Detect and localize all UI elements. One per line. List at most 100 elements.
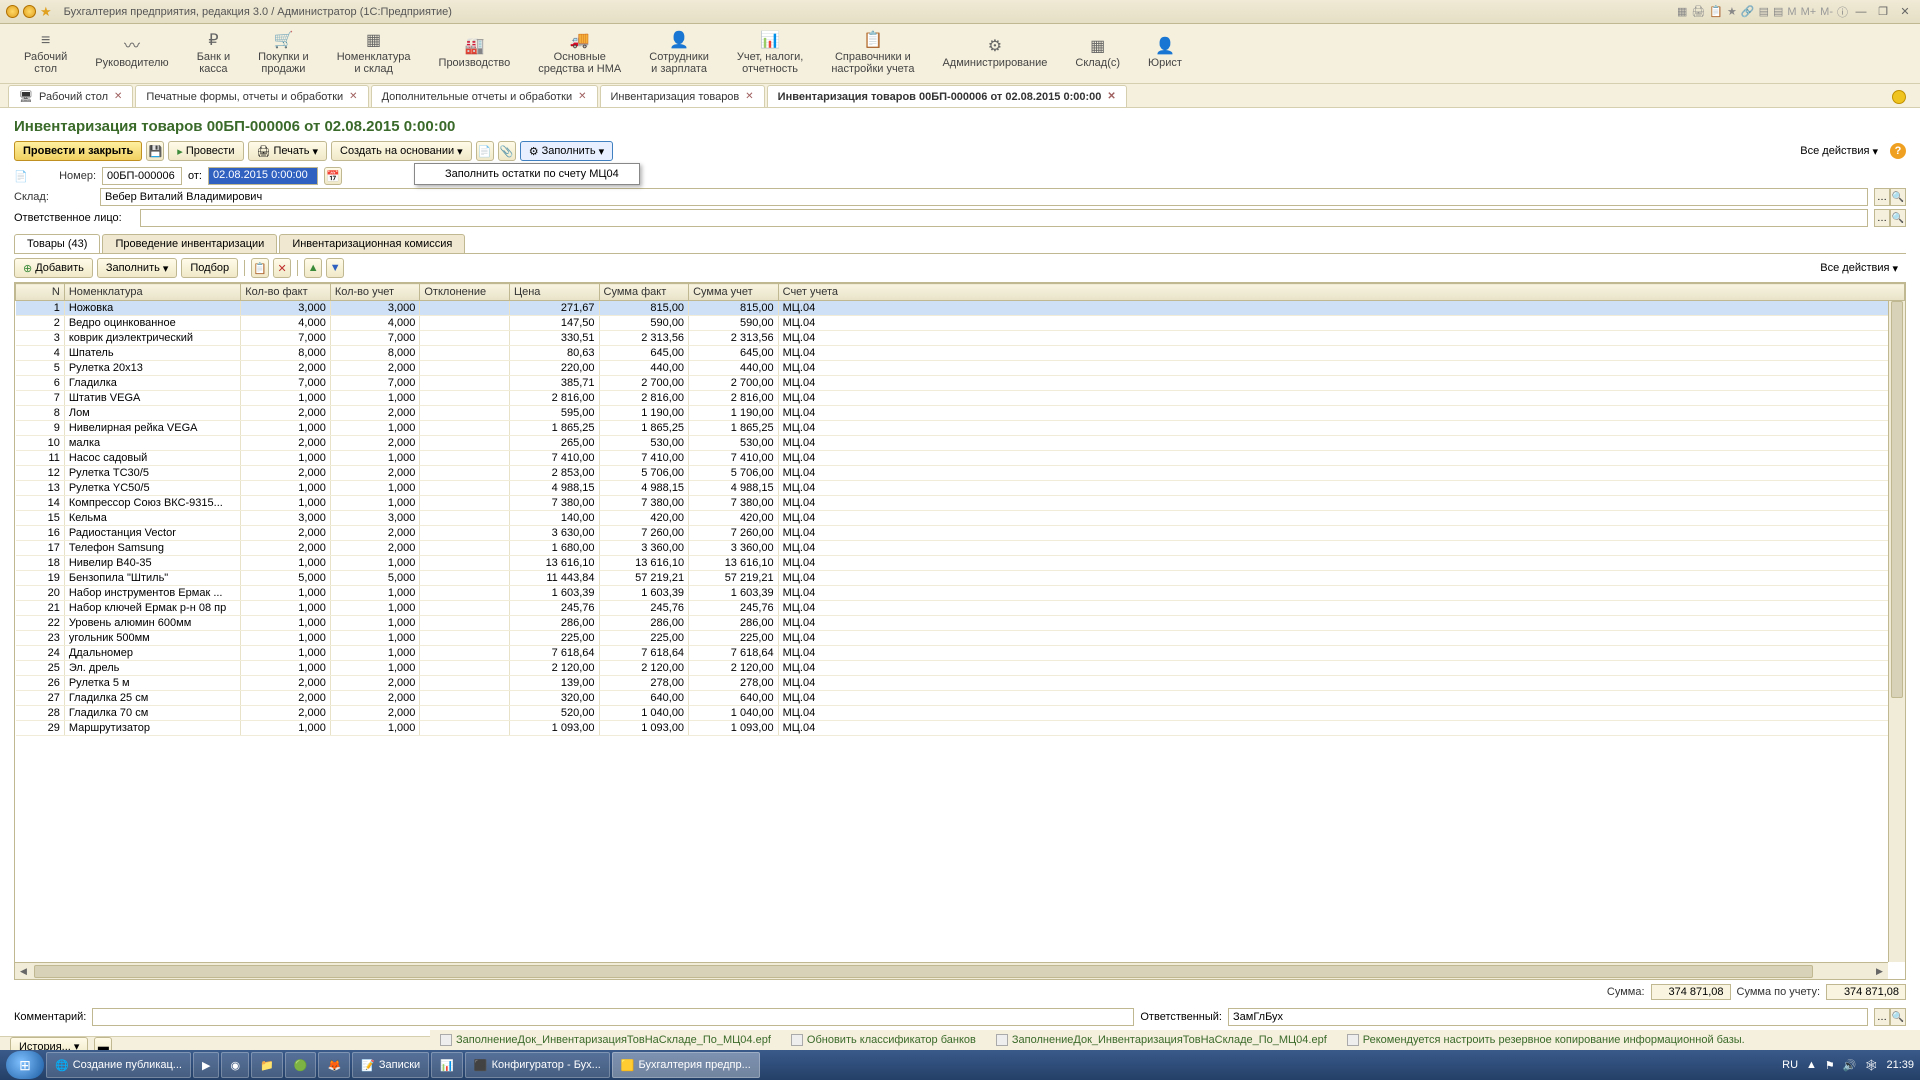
table-row[interactable]: 8Лом2,0002,000595,001 190,001 190,00МЦ.0…	[16, 406, 1905, 421]
tray-icon[interactable]: 🔊	[1843, 1059, 1857, 1072]
calc-m[interactable]: M	[1787, 6, 1796, 18]
table-header[interactable]: Сумма факт	[599, 284, 689, 301]
info-icon[interactable]: ⓘ	[1837, 4, 1848, 20]
select-icon[interactable]: …	[1874, 209, 1890, 227]
horizontal-scrollbar[interactable]: ◀ ▶	[15, 962, 1888, 979]
section-item[interactable]: 👤Сотрудникии зарплата	[635, 28, 723, 80]
table-row[interactable]: 6Гладилка7,0007,000385,712 700,002 700,0…	[16, 376, 1905, 391]
table-row[interactable]: 7Штатив VEGA1,0001,0002 816,002 816,002 …	[16, 391, 1905, 406]
help-icon[interactable]: ?	[1890, 143, 1906, 159]
tab-close-icon[interactable]: ✕	[745, 91, 753, 102]
table-header[interactable]: Кол-во учет	[330, 284, 420, 301]
create-based-button[interactable]: Создать на основании ▾	[331, 141, 472, 161]
document-tab[interactable]: Инвентаризация товаров 00БП-000006 от 02…	[767, 85, 1127, 107]
move-down-button[interactable]: ▼	[326, 258, 344, 278]
table-row[interactable]: 5Рулетка 20х132,0002,000220,00440,00440,…	[16, 361, 1905, 376]
taskbar-item[interactable]: 🦊	[318, 1052, 350, 1078]
table-row[interactable]: 4Шпатель8,0008,00080,63645,00645,00МЦ.04	[16, 346, 1905, 361]
comment-input[interactable]	[92, 1008, 1134, 1026]
table-header[interactable]: Номенклатура	[64, 284, 240, 301]
info-link[interactable]: ЗаполнениеДок_ИнвентаризацияТовНаСкладе_…	[996, 1034, 1327, 1046]
section-item[interactable]: 📊Учет, налоги,отчетность	[723, 28, 817, 80]
info-link[interactable]: Рекомендуется настроить резервное копиро…	[1347, 1034, 1745, 1046]
table-row[interactable]: 28Гладилка 70 см2,0002,000520,001 040,00…	[16, 706, 1905, 721]
tab-close-icon[interactable]: ✕	[349, 91, 357, 102]
tab-close-icon[interactable]: ✕	[114, 91, 122, 102]
table-row[interactable]: 12Рулетка TC30/52,0002,0002 853,005 706,…	[16, 466, 1905, 481]
move-up-button[interactable]: ▲	[304, 258, 322, 278]
inner-tab[interactable]: Инвентаризационная комиссия	[279, 234, 465, 253]
print-button[interactable]: 🖨 Печать ▾	[248, 141, 328, 161]
table-header[interactable]: Сумма учет	[689, 284, 779, 301]
section-item[interactable]: 👤Юрист	[1134, 34, 1196, 74]
calc-m-minus[interactable]: M-	[1820, 6, 1833, 18]
table-row[interactable]: 27Гладилка 25 см2,0002,000320,00640,0064…	[16, 691, 1905, 706]
add-row-button[interactable]: ⊕ Добавить	[14, 258, 93, 278]
table-row[interactable]: 18Нивелир B40-351,0001,00013 616,1013 61…	[16, 556, 1905, 571]
date-input[interactable]: 02.08.2015 0:00:00	[208, 167, 318, 185]
calc-m-plus[interactable]: M+	[1801, 6, 1817, 18]
vertical-scrollbar[interactable]	[1888, 301, 1905, 962]
taskbar-item[interactable]: 📊	[431, 1052, 463, 1078]
table-row[interactable]: 26Рулетка 5 м2,0002,000139,00278,00278,0…	[16, 676, 1905, 691]
save-button[interactable]: 💾	[146, 141, 164, 161]
all-actions-button[interactable]: Все действия ▾	[1792, 141, 1886, 161]
table-row[interactable]: 22Уровень алюмин 600мм1,0001,000286,0028…	[16, 616, 1905, 631]
inner-tab[interactable]: Проведение инвентаризации	[102, 234, 277, 253]
favorite-icon[interactable]: ★	[40, 4, 52, 20]
table-row[interactable]: 20Набор инструментов Ермак ...1,0001,000…	[16, 586, 1905, 601]
taskbar-item[interactable]: ◉	[221, 1052, 249, 1078]
table-row[interactable]: 10малка2,0002,000265,00530,00530,00МЦ.04	[16, 436, 1905, 451]
table-row[interactable]: 21Набор ключей Ермак р-н 08 пр1,0001,000…	[16, 601, 1905, 616]
taskbar-item[interactable]: 🟢	[285, 1052, 317, 1078]
table-row[interactable]: 1Ножовка3,0003,000271,67815,00815,00МЦ.0…	[16, 301, 1905, 316]
table-row[interactable]: 13Рулетка YC50/51,0001,0004 988,154 988,…	[16, 481, 1905, 496]
section-item[interactable]: ▦Склад(с)	[1061, 34, 1134, 74]
open-icon[interactable]: 🔍	[1890, 1008, 1906, 1026]
table-row[interactable]: 9Нивелирная рейка VEGA1,0001,0001 865,25…	[16, 421, 1905, 436]
taskbar-item[interactable]: 📁	[251, 1052, 283, 1078]
scroll-right-icon[interactable]: ▶	[1871, 963, 1888, 980]
section-item[interactable]: 〰Руководителю	[81, 34, 182, 74]
table-header[interactable]: N	[16, 284, 65, 301]
table-row[interactable]: 19Бензопила "Штиль"5,0005,00011 443,8457…	[16, 571, 1905, 586]
taskbar-item[interactable]: 🌐Создание публикац...	[46, 1052, 191, 1078]
table-row[interactable]: 23угольник 500мм1,0001,000225,00225,0022…	[16, 631, 1905, 646]
taskbar-item[interactable]: ⬛Конфигуратор - Бух...	[465, 1052, 610, 1078]
table-header[interactable]: Кол-во факт	[241, 284, 331, 301]
titlebar-tool-icon[interactable]: ▤	[1773, 5, 1783, 18]
section-item[interactable]: 📋Справочники инастройки учета	[817, 28, 928, 80]
table-row[interactable]: 25Эл. дрель1,0001,0002 120,002 120,002 1…	[16, 661, 1905, 676]
table-header[interactable]: Отклонение	[420, 284, 510, 301]
nav-forward-icon[interactable]	[23, 5, 36, 18]
warehouse-input[interactable]	[100, 188, 1868, 206]
open-icon[interactable]: 🔍	[1890, 188, 1906, 206]
titlebar-tool-icon[interactable]: 📋	[1709, 5, 1723, 18]
report-button[interactable]: 📄	[476, 141, 494, 161]
responsible-input[interactable]	[1228, 1008, 1868, 1026]
tab-close-icon[interactable]: ✕	[1107, 91, 1115, 102]
number-input[interactable]	[102, 167, 182, 185]
goods-table[interactable]: NНоменклатураКол-во фактКол-во учетОткло…	[15, 283, 1905, 736]
document-tab[interactable]: Дополнительные отчеты и обработки✕	[371, 85, 598, 107]
table-row[interactable]: 16Радиостанция Vector2,0002,0003 630,007…	[16, 526, 1905, 541]
document-tab[interactable]: Печатные формы, отчеты и обработки✕	[135, 85, 368, 107]
table-row[interactable]: 15Кельма3,0003,000140,00420,00420,00МЦ.0…	[16, 511, 1905, 526]
titlebar-tool-icon[interactable]: ▤	[1759, 5, 1769, 18]
post-and-close-button[interactable]: Провести и закрыть	[14, 141, 142, 161]
inner-tab[interactable]: Товары (43)	[14, 234, 100, 253]
section-item[interactable]: ▦Номенклатураи склад	[323, 28, 425, 80]
table-row[interactable]: 24Ддальномер1,0001,0007 618,647 618,647 …	[16, 646, 1905, 661]
tray-icon[interactable]: ⚑	[1825, 1059, 1835, 1072]
resp-person-input[interactable]	[140, 209, 1868, 227]
start-button[interactable]: ⊞	[6, 1051, 44, 1079]
date-picker-icon[interactable]: 📅	[324, 167, 342, 185]
pick-button[interactable]: Подбор	[181, 258, 238, 278]
maximize-button[interactable]: ❐	[1874, 5, 1892, 19]
fill-button[interactable]: ⚙ Заполнить ▾	[520, 141, 613, 161]
info-link[interactable]: ЗаполнениеДок_ИнвентаризацияТовНаСкладе_…	[440, 1034, 771, 1046]
titlebar-tool-icon[interactable]: 🔗	[1741, 5, 1755, 18]
scroll-left-icon[interactable]: ◀	[15, 963, 32, 980]
taskbar-item[interactable]: 📝Записки	[352, 1052, 429, 1078]
titlebar-tool-icon[interactable]: 🖨	[1691, 5, 1705, 18]
